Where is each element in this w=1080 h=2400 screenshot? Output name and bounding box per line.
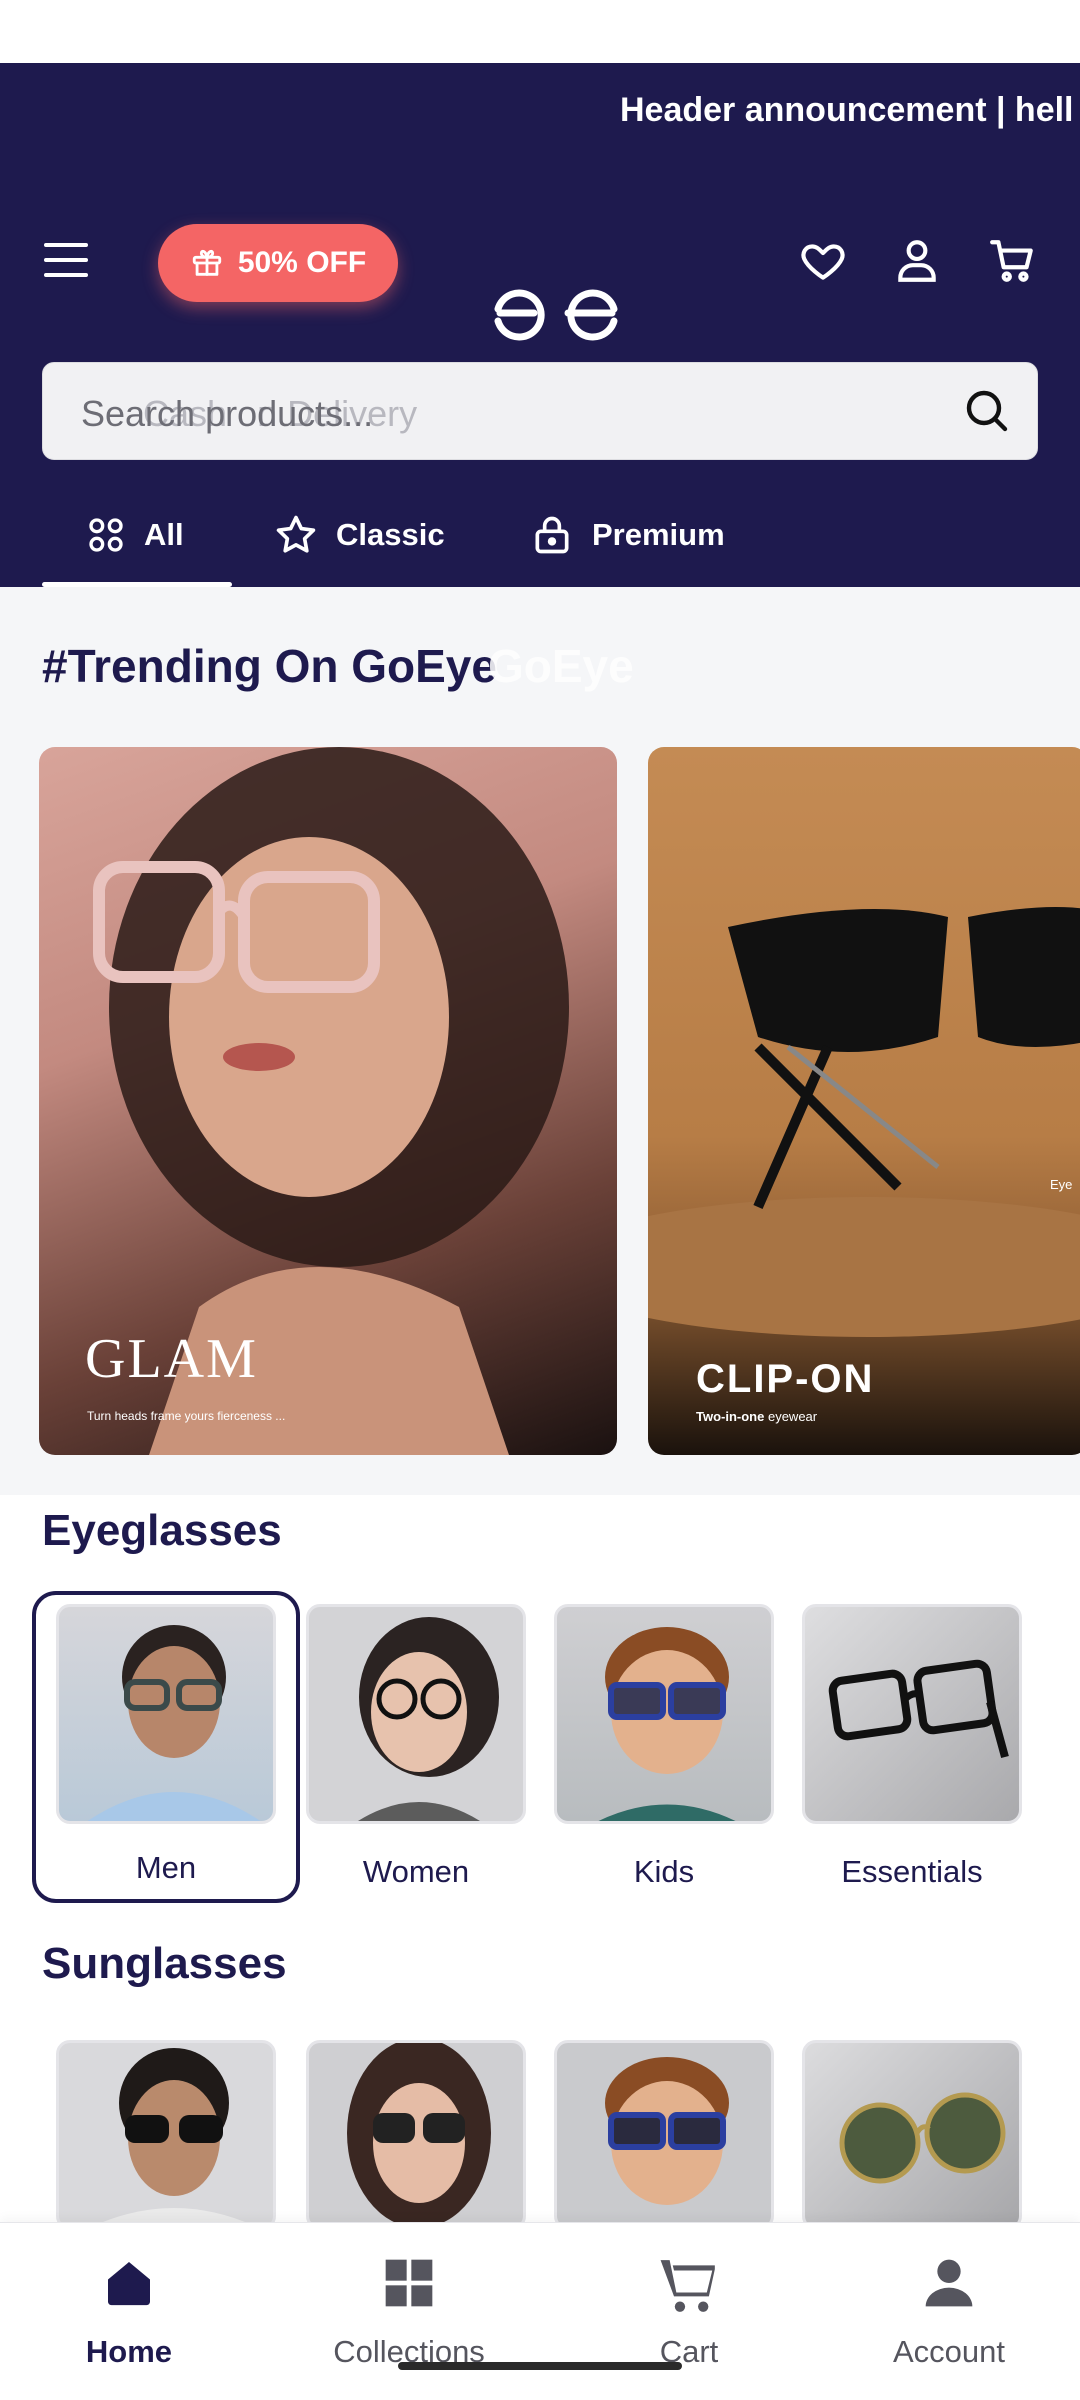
category-label: Essentials <box>841 1854 983 1889</box>
home-icon <box>108 2262 150 2306</box>
trending-ghost-text: GoEye <box>488 640 634 692</box>
category-label: Men <box>135 1850 197 1885</box>
cart-icon <box>660 2260 715 2312</box>
category-thumbnail <box>554 1604 774 1824</box>
card-subtitle: Turn heads frame yours fierceness ... <box>87 1409 286 1423</box>
tab-label: Premium <box>592 517 725 552</box>
category-essentials[interactable]: Essentials <box>802 1604 1022 1890</box>
user-icon[interactable] <box>892 236 942 286</box>
category-men[interactable]: Men <box>56 1604 276 1886</box>
offer-button[interactable]: 50% OFF <box>158 224 398 302</box>
card-title: GLAM <box>85 1328 258 1390</box>
collections-icon <box>385 2259 433 2307</box>
nav-cart[interactable]: Cart <box>579 2255 799 2370</box>
clip-on-glasses-image <box>648 907 1080 1337</box>
status-bar <box>0 0 1080 63</box>
trending-card-glam[interactable]: GLAM Turn heads frame yours fierceness .… <box>39 747 617 1455</box>
trending-card-clip-on[interactable]: Eye CLIP-ON Two-in-one eyewear <box>648 747 1080 1455</box>
search-placeholder: Search products... <box>81 393 374 434</box>
category-label: Kids <box>633 1854 695 1889</box>
announcement-banner[interactable]: Header announcement | hell <box>620 91 1074 130</box>
category-thumbnail <box>554 2040 774 2230</box>
search-icon[interactable] <box>963 387 1011 435</box>
nav-home[interactable]: Home <box>19 2255 239 2370</box>
nav-label: Account <box>892 2334 1005 2369</box>
header: Header announcement | hell 50% OFF Cash … <box>0 63 1080 587</box>
category-tabs: All Classic Premium <box>0 483 1080 587</box>
account-icon <box>925 2259 973 2307</box>
card-title: CLIP-ON <box>696 1357 875 1401</box>
grid-icon <box>89 518 123 552</box>
card-subtitle: Two-in-one eyewear <box>696 1409 817 1424</box>
trending-title: #Trending On GoEye <box>42 640 497 692</box>
goeye-logo[interactable] <box>490 283 625 343</box>
category-thumbnail <box>802 2040 1022 2230</box>
gift-icon <box>192 249 221 276</box>
category-thumbnail <box>56 1604 276 1824</box>
eyeglasses-title: Eyeglasses <box>42 1506 282 1555</box>
card-subtitle-bold: Two-in-one <box>696 1409 765 1424</box>
tab-premium[interactable]: Premium <box>530 483 725 587</box>
sunglasses-title: Sunglasses <box>42 1939 287 1988</box>
lock-icon <box>535 516 569 554</box>
nav-account[interactable]: Account <box>839 2255 1059 2370</box>
category-label: Women <box>362 1854 470 1889</box>
menu-icon[interactable] <box>44 243 88 279</box>
trending-section: #Trending On GoEye GoEye GLAM Turn heads… <box>0 587 1080 1495</box>
category-thumbnail <box>306 2040 526 2230</box>
heart-icon[interactable] <box>798 236 848 286</box>
sunglasses-item-essentials[interactable] <box>802 2040 1022 2230</box>
category-kids[interactable]: Kids <box>554 1604 774 1890</box>
sunglasses-item-kids[interactable] <box>554 2040 774 2230</box>
category-women[interactable]: Women <box>306 1604 526 1890</box>
search-bar[interactable]: Cash on Delivery Search products... <box>42 362 1038 460</box>
nav-label: Home <box>85 2334 173 2369</box>
tab-all[interactable]: All <box>86 483 184 587</box>
system-home-indicator[interactable] <box>398 2362 682 2370</box>
category-thumbnail <box>802 1604 1022 1824</box>
sunglasses-item-men[interactable] <box>56 2040 276 2230</box>
tab-label: Classic <box>336 517 445 552</box>
cart-icon[interactable] <box>988 236 1038 286</box>
bottom-navigation: Home Collections Cart Account <box>0 2222 1080 2400</box>
offer-label: 50% OFF <box>237 246 367 279</box>
nav-collections[interactable]: Collections <box>299 2255 519 2370</box>
tab-classic[interactable]: Classic <box>274 483 445 587</box>
category-thumbnail <box>56 2040 276 2230</box>
tab-label: All <box>144 517 184 552</box>
card-subtitle-rest: eyewear <box>764 1409 818 1424</box>
category-thumbnail <box>306 1604 526 1824</box>
card-edge-text: Eye <box>1050 1177 1073 1192</box>
sunglasses-item-women[interactable] <box>306 2040 526 2230</box>
star-icon <box>276 515 316 553</box>
